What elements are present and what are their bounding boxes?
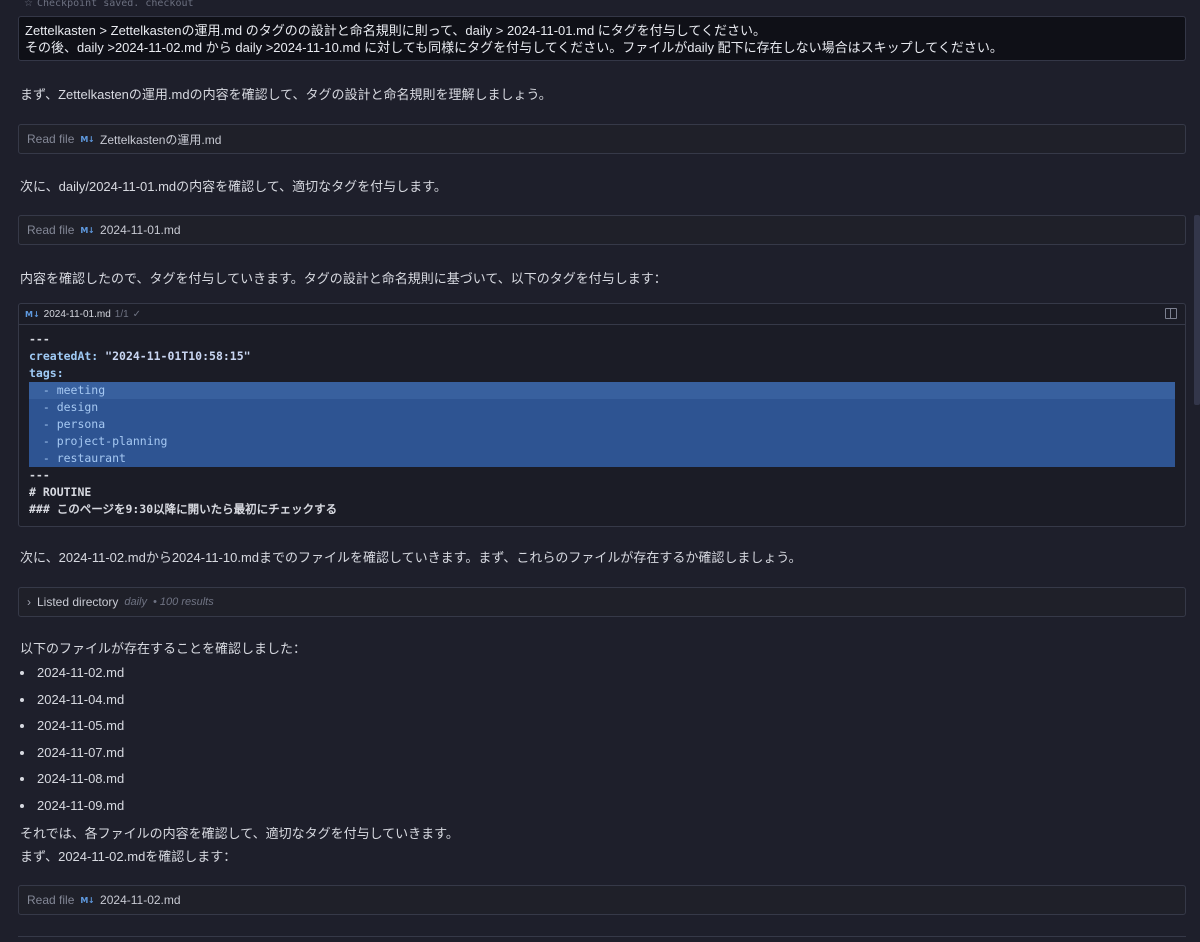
added-tag-line: - project-planning [29,433,1175,450]
list-item-text: 2024-11-08.md [37,771,125,786]
editor-file-name[interactable]: 2024-11-01.md [44,309,111,320]
yaml-value: "2024-11-01T10:58:15" [98,349,251,363]
list-item: 2024-11-02.md [20,665,124,680]
bullet [20,750,24,755]
file-name[interactable]: 2024-11-02.md [100,893,181,907]
bullet [20,670,24,675]
assistant-message: 内容を確認したので、タグを付与していきます。タグの設計と命名規則に基づいて、以下… [20,271,667,286]
user-message-line-2: その後、daily >2024-11-02.md から daily >2024-… [25,39,1003,55]
assistant-message: それでは、各ファイルの内容を確認して、適切なタグを付与していきます。 [20,826,459,841]
list-item: 2024-11-09.md [20,798,124,813]
added-tag-line: - design [29,399,1175,416]
code-line: --- [29,332,50,346]
result-count: • 100 results [153,596,214,608]
file-name[interactable]: Zettelkastenの運用.md [100,131,221,148]
user-message-line-1: Zettelkasten > Zettelkastenの運用.md のタグのの設… [25,23,767,38]
added-lines-highlight: - meeting - design - persona - project-p… [29,382,1175,467]
tool-label: Listed directory [37,595,119,609]
file-name[interactable]: 2024-11-01.md [100,223,181,237]
bullet [20,723,24,728]
assistant-message: まず、Zettelkastenの運用.mdの内容を確認して、タグの設計と命名規則… [20,87,552,102]
tool-label: Read file [27,893,75,907]
list-item-text: 2024-11-02.md [37,665,125,680]
code-line: createdAt: "2024-11-01T10:58:15" [29,348,1185,365]
bullet [20,776,24,781]
added-tag-line: - meeting [29,382,1175,399]
chevron-right-icon[interactable]: › [27,595,31,609]
check-icon: ✓ [132,308,142,320]
list-item: 2024-11-04.md [20,692,124,707]
added-tag-line: - restaurant [29,450,1175,467]
read-file-tool[interactable]: Read file M↓ 2024-11-02.md [18,885,1186,915]
change-count: 1/1 [114,308,129,320]
assistant-message: 次に、2024-11-02.mdから2024-11-10.mdまでのファイルを確… [20,550,802,565]
list-item-text: 2024-11-04.md [37,692,125,707]
code-line: tags: [29,366,64,380]
list-item-text: 2024-11-07.md [37,745,125,760]
bullet [20,697,24,702]
assistant-message: まず、2024-11-02.mdを確認します： [20,849,237,864]
checkpoint-text[interactable]: Checkpoint saved. checkout [37,0,194,9]
list-item-text: 2024-11-05.md [37,718,125,733]
bullet [20,803,24,808]
list-item: 2024-11-05.md [20,718,124,733]
star-icon: ☆ [24,0,33,9]
list-item: 2024-11-08.md [20,771,124,786]
markdown-icon: M↓ [80,895,95,905]
added-tag-line: - persona [29,416,1175,433]
checkpoint-notice: ☆ Checkpoint saved. checkout [24,0,194,10]
markdown-icon: M↓ [80,225,95,235]
code-line: # ROUTINE [29,485,92,499]
listed-directory-tool[interactable]: › Listed directory daily • 100 results [18,587,1186,617]
read-file-tool[interactable]: Read file M↓ 2024-11-01.md [18,215,1186,245]
tool-label: Read file [27,132,75,146]
markdown-icon: M↓ [25,309,40,319]
markdown-icon: M↓ [80,134,95,144]
code-line: ### このページを9:30以降に開いたら最初にチェックする [29,502,338,516]
directory-name: daily [124,596,147,608]
read-file-tool[interactable]: Read file M↓ Zettelkastenの運用.md [18,124,1186,154]
code-line: --- [29,468,50,482]
list-item: 2024-11-07.md [20,745,124,760]
next-block-edge [18,936,1186,942]
scrollbar[interactable] [1194,215,1200,405]
tool-label: Read file [27,223,75,237]
assistant-message: 以下のファイルが存在することを確認しました： [20,641,307,656]
user-message[interactable]: Zettelkasten > Zettelkastenの運用.md のタグのの設… [18,16,1186,61]
split-view-icon[interactable] [1165,308,1177,319]
editor-header: M↓ 2024-11-01.md 1/1 ✓ [19,304,1185,325]
assistant-message: 次に、daily/2024-11-01.mdの内容を確認して、適切なタグを付与し… [20,179,447,194]
code-edit-block[interactable]: M↓ 2024-11-01.md 1/1 ✓ --- createdAt: "2… [18,303,1186,527]
yaml-key: createdAt: [29,349,99,363]
list-item-text: 2024-11-09.md [37,798,125,813]
code-content[interactable]: --- createdAt: "2024-11-01T10:58:15" tag… [29,331,1185,518]
